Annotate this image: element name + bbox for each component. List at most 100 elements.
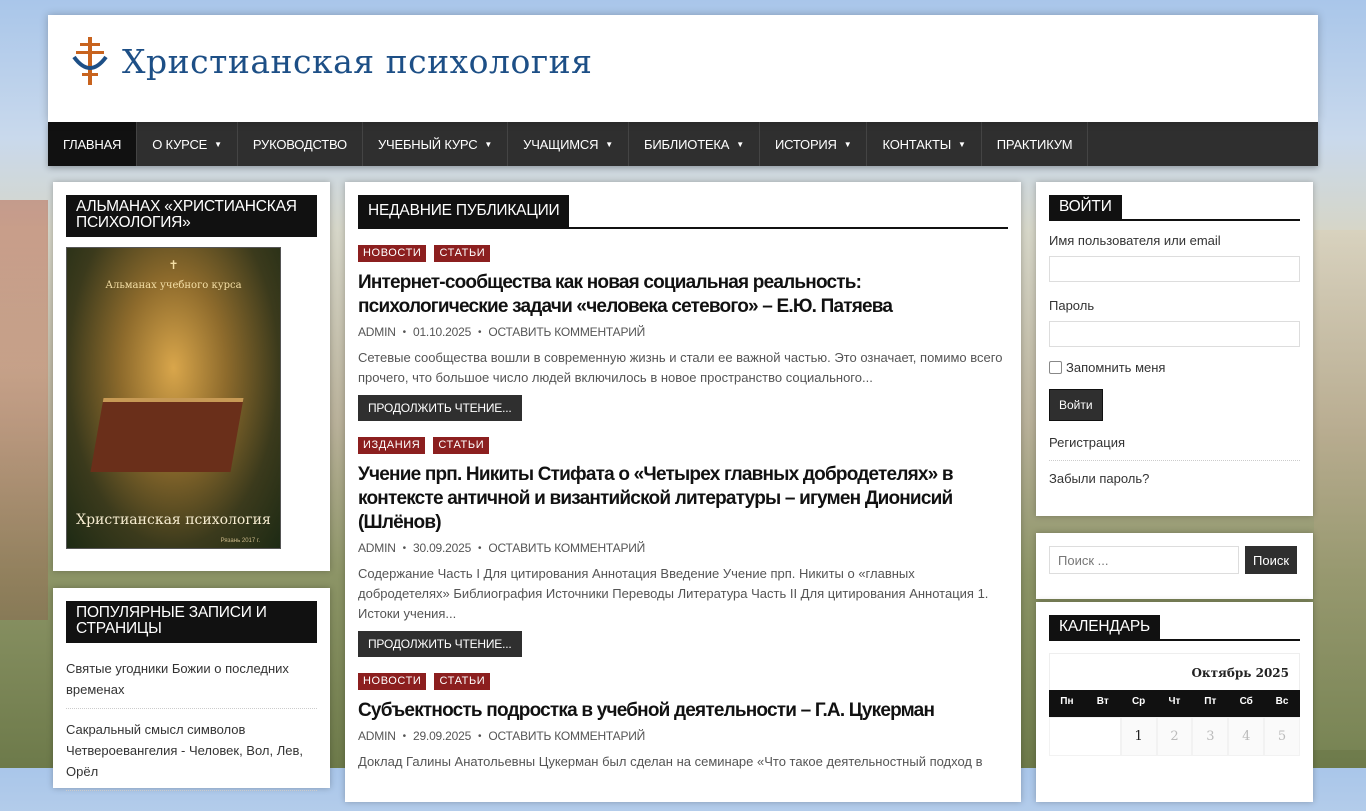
nav-item-label: Библиотека	[644, 136, 730, 152]
nav-item-label: Учащимся	[523, 136, 599, 152]
username-label: Имя пользователя или email	[1049, 233, 1221, 248]
category-badge[interactable]: Новости	[358, 673, 427, 690]
forgot-password-link[interactable]: Забыли пароль?	[1049, 461, 1300, 496]
post-title[interactable]: Интернет-сообщества как новая социальная…	[358, 271, 1008, 319]
post-card: Новости Статьи Субъектность подростка в уч…	[358, 673, 1008, 772]
login-widget: Войти Имя пользователя или email Пароль …	[1036, 182, 1313, 516]
post-comments-link[interactable]: Оставить комментарий	[488, 729, 645, 743]
read-more-button[interactable]: Продолжить чтение...	[358, 395, 522, 421]
calendar-day[interactable]: 4	[1228, 717, 1265, 756]
calendar-widget-title: Календарь	[1049, 615, 1160, 639]
page-wrapper: Христианская психология Главная О курсе ▼ Р…	[48, 15, 1318, 802]
post-meta: admin • 30.09.2025 • Оставить комментарий	[358, 541, 1008, 555]
cover-year: Рязань 2017 г.	[220, 538, 260, 544]
register-link[interactable]: Регистрация	[1049, 421, 1300, 461]
post-card: Новости Статьи Интернет-сообщества как нов…	[358, 245, 1008, 421]
recent-posts-title: Недавние публикации	[358, 195, 570, 227]
post-title[interactable]: Субъектность подростка в учебной деятель…	[358, 699, 1008, 723]
post-card: Издания Статьи Учение прп. Никиты Стифата …	[358, 437, 1008, 657]
meta-separator-icon: •	[402, 542, 407, 554]
category-badge[interactable]: Статьи	[434, 673, 491, 690]
almanac-widget-title: Альманах «Христианская психология»	[66, 195, 317, 235]
post-excerpt: Содержание Часть I Для цитирования Аннот…	[358, 566, 989, 621]
post-comments-link[interactable]: Оставить комментарий	[488, 541, 645, 555]
popular-list: Святые угодники Божии о последних времен…	[66, 655, 317, 791]
calendar-day[interactable]: 5	[1264, 717, 1300, 756]
caret-down-icon: ▼	[843, 139, 852, 149]
post-author[interactable]: admin	[358, 729, 396, 743]
nav-item-label: История	[774, 136, 837, 152]
post-date: 29.09.2025	[412, 729, 472, 743]
post-author[interactable]: admin	[358, 541, 396, 555]
calendar-weekdays: Пн Вт Ср Чт Пт Сб Вс	[1049, 690, 1300, 717]
category-badge[interactable]: Статьи	[434, 245, 491, 262]
category-badge[interactable]: Новости	[358, 245, 427, 262]
almanac-cover-image[interactable]: ✝ Альманах учебного курса Христианская п…	[66, 247, 281, 549]
remember-me-checkbox[interactable]	[1049, 361, 1062, 374]
nav-item-label: Главная	[63, 136, 122, 152]
weekday-label: Пт	[1204, 696, 1217, 707]
search-button[interactable]: Поиск	[1245, 546, 1298, 574]
search-input[interactable]: Поиск ...	[1049, 546, 1239, 574]
calendar-day[interactable]: 2	[1156, 717, 1193, 756]
nav-item-5[interactable]: Библиотека ▼	[629, 122, 760, 166]
remember-me-label: Запомнить меня	[1066, 360, 1166, 375]
nav-item-label: О курсе	[152, 136, 208, 152]
password-input[interactable]	[1049, 321, 1300, 347]
post-author[interactable]: admin	[358, 325, 396, 339]
weekday-label: Вс	[1275, 696, 1289, 707]
login-widget-title: Войти	[1049, 195, 1122, 219]
post-categories: Издания Статьи	[358, 437, 1008, 454]
calendar-dates: 12345	[1049, 717, 1300, 756]
main-nav: Главная О курсе ▼ Руководство Учебный курс ▼ У…	[48, 122, 1318, 166]
login-button[interactable]: Войти	[1049, 389, 1103, 421]
cover-title: Христианская психология	[76, 512, 271, 528]
popular-widget: Популярные записи и страницы Святые угод…	[53, 588, 330, 791]
nav-item-0[interactable]: Главная	[48, 122, 138, 166]
weekday-label: Пн	[1060, 696, 1074, 707]
site-logo[interactable]: Христианская психология	[68, 35, 593, 87]
popular-item[interactable]: Сакральный смысл символов Четвероевангел…	[66, 716, 317, 791]
read-more-button[interactable]: Продолжить чтение...	[358, 631, 522, 657]
calendar-day[interactable]: 1	[1120, 717, 1157, 756]
meta-separator-icon: •	[402, 730, 407, 742]
weekday-label: Чт	[1168, 696, 1181, 707]
nav-item-2[interactable]: Руководство	[238, 122, 363, 166]
cover-cross-icon: ✝	[168, 258, 179, 272]
search-widget: Поиск ... Поиск	[1036, 533, 1313, 599]
calendar-month: Октябрь 2025	[1049, 653, 1300, 690]
weekday-label: Вт	[1096, 696, 1109, 707]
caret-down-icon: ▼	[484, 139, 493, 149]
logo-cross-icon	[72, 37, 108, 85]
calendar-day[interactable]: 3	[1192, 717, 1229, 756]
caret-down-icon: ▼	[958, 139, 966, 149]
site-header: Христианская психология	[48, 15, 1318, 122]
meta-separator-icon: •	[402, 326, 407, 338]
nav-item-6[interactable]: История ▼	[760, 122, 868, 166]
popular-item[interactable]: Святые угодники Божии о последних времен…	[66, 655, 317, 709]
post-date: 30.09.2025	[412, 541, 472, 555]
nav-item-7[interactable]: Контакты ▼	[867, 122, 982, 166]
weekday-label: Сб	[1239, 696, 1253, 707]
meta-separator-icon: •	[478, 326, 482, 338]
nav-item-label: Практикум	[996, 136, 1073, 152]
post-categories: Новости Статьи	[358, 673, 1008, 690]
background-church-left	[0, 200, 48, 620]
post-comments-link[interactable]: Оставить комментарий	[488, 325, 645, 339]
post-meta: admin • 01.10.2025 • Оставить комментарий	[358, 325, 1008, 339]
password-label: Пароль	[1049, 298, 1095, 313]
username-input[interactable]	[1049, 256, 1300, 282]
nav-item-3[interactable]: Учебный курс ▼	[363, 122, 509, 166]
meta-separator-icon: •	[478, 542, 482, 554]
caret-down-icon: ▼	[736, 139, 744, 149]
calendar-widget: Календарь Октябрь 2025 Пн Вт Ср Чт Пт Сб Вс 12…	[1036, 602, 1313, 802]
post-title[interactable]: Учение прп. Никиты Стифата о «Четырех гл…	[358, 463, 1008, 535]
nav-item-4[interactable]: Учащимся ▼	[508, 122, 629, 166]
category-badge[interactable]: Издания	[358, 437, 426, 454]
nav-item-8[interactable]: Практикум	[982, 122, 1089, 166]
post-excerpt: Сетевые сообщества вошли в современную ж…	[358, 350, 1003, 385]
site-title: Христианская психология	[122, 41, 593, 81]
nav-item-1[interactable]: О курсе ▼	[137, 122, 238, 166]
nav-item-label: Руководство	[252, 136, 347, 152]
category-badge[interactable]: Статьи	[433, 437, 490, 454]
